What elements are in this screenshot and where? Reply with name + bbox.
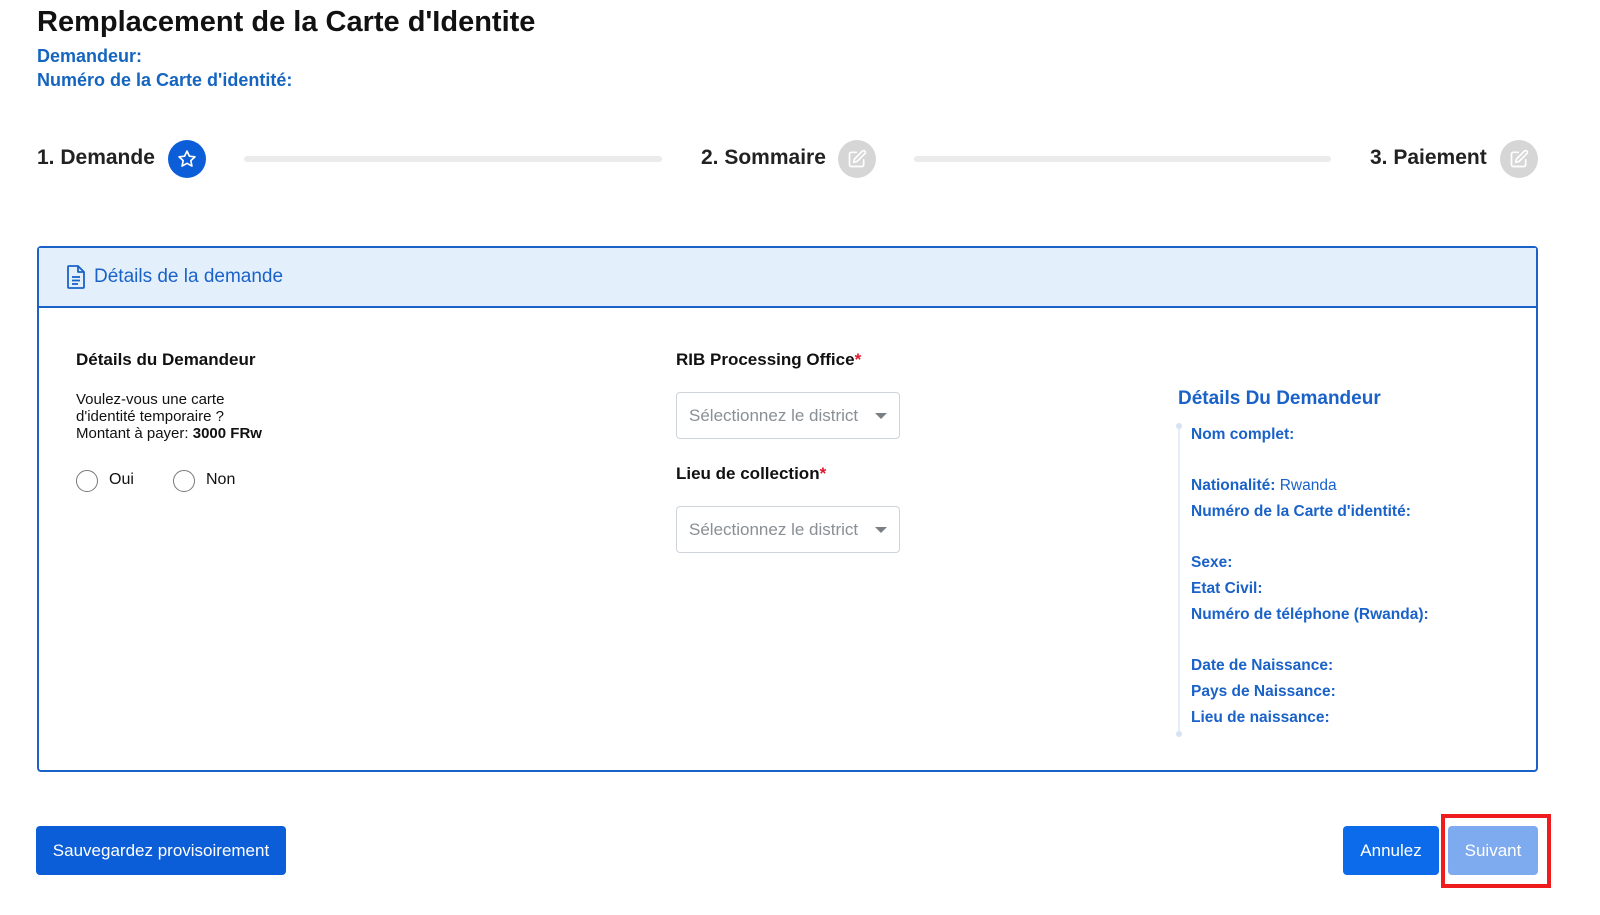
step-connector-1 [244,156,662,162]
detail-full-name: Nom complet: [1191,426,1294,444]
question-line-1: Voulez-vous une carte [76,391,225,408]
edit-icon [847,149,867,169]
step-1-label: 1. Demande [37,146,155,169]
detail-phone: Numéro de téléphone (Rwanda): [1191,606,1429,624]
card-header: Détails de la demande [39,248,1536,308]
detail-birth-country: Pays de Naissance: [1191,683,1336,701]
temporary-card-question: Voulez-vous une carte d'identité tempora… [76,391,336,442]
cancel-button[interactable]: Annulez [1343,826,1439,875]
detail-label: Etat Civil: [1191,580,1263,597]
step-3-indicator[interactable] [1500,140,1538,178]
processing-office-label: RIB Processing Office* [676,350,861,370]
detail-birth-date: Date de Naissance: [1191,657,1333,675]
detail-label: Numéro de la Carte d'identité: [1191,503,1411,520]
processing-office-placeholder: Sélectionnez le district [689,406,859,425]
collection-place-placeholder: Sélectionnez le district [689,520,859,539]
step-connector-2 [914,156,1331,162]
collection-place-text: Lieu de collection [676,464,820,483]
timeline-dot-top [1176,423,1182,429]
radio-oui-label[interactable]: Oui [109,471,134,489]
detail-civil-status: Etat Civil: [1191,580,1262,598]
processing-office-text: RIB Processing Office [676,350,855,369]
save-draft-button[interactable]: Sauvegardez provisoirement [36,826,286,875]
step-3-label: 3. Paiement [1370,146,1487,169]
amount-label: Montant à payer: [76,425,189,442]
detail-value: Rwanda [1279,477,1337,494]
detail-label: Nom complet: [1191,426,1295,443]
detail-id-number: Numéro de la Carte d'identité: [1191,503,1411,521]
applicant-details-heading: Détails Du Demandeur [1178,388,1381,409]
next-button-highlight [1441,814,1551,888]
detail-label: Lieu de naissance: [1191,709,1330,726]
caret-down-icon [875,413,887,419]
applicant-section-title: Détails du Demandeur [76,350,256,369]
caret-down-icon [875,527,887,533]
card-header-title: Détails de la demande [94,266,284,287]
detail-label: Sexe: [1191,554,1233,571]
collection-place-select[interactable]: Sélectionnez le district [676,506,900,553]
amount-value: 3000 FRw [192,425,262,442]
page-title: Remplacement de la Carte d'Identite [37,6,536,38]
detail-sex: Sexe: [1191,554,1232,572]
detail-label: Pays de Naissance: [1191,683,1336,700]
question-line-2: d'identité temporaire ? [76,408,224,425]
id-number-label: Numéro de la Carte d'identité: [37,70,293,90]
step-2-label: 2. Sommaire [701,146,826,169]
required-marker: * [819,464,827,483]
document-icon [66,265,86,289]
processing-office-select[interactable]: Sélectionnez le district [676,392,900,439]
detail-label: Nationalité: [1191,477,1276,494]
detail-nationality: Nationalité: Rwanda [1191,477,1337,495]
amount-line: Montant à payer: 3000 FRw [76,425,336,442]
star-icon [177,149,197,169]
details-timeline [1178,426,1180,734]
required-marker: * [854,350,862,369]
edit-icon [1509,149,1529,169]
collection-place-label: Lieu de collection* [676,464,826,484]
radio-non-label[interactable]: Non [206,471,235,489]
requester-label: Demandeur: [37,46,143,66]
step-2-indicator[interactable] [838,140,876,178]
detail-birth-place: Lieu de naissance: [1191,709,1330,727]
detail-label: Numéro de téléphone (Rwanda): [1191,606,1429,623]
step-1-indicator[interactable] [168,140,206,178]
radio-non[interactable] [173,470,195,492]
radio-oui[interactable] [76,470,98,492]
timeline-dot-bottom [1176,731,1182,737]
request-details-card: Détails de la demande Détails du Demande… [37,246,1538,772]
detail-label: Date de Naissance: [1191,657,1334,674]
